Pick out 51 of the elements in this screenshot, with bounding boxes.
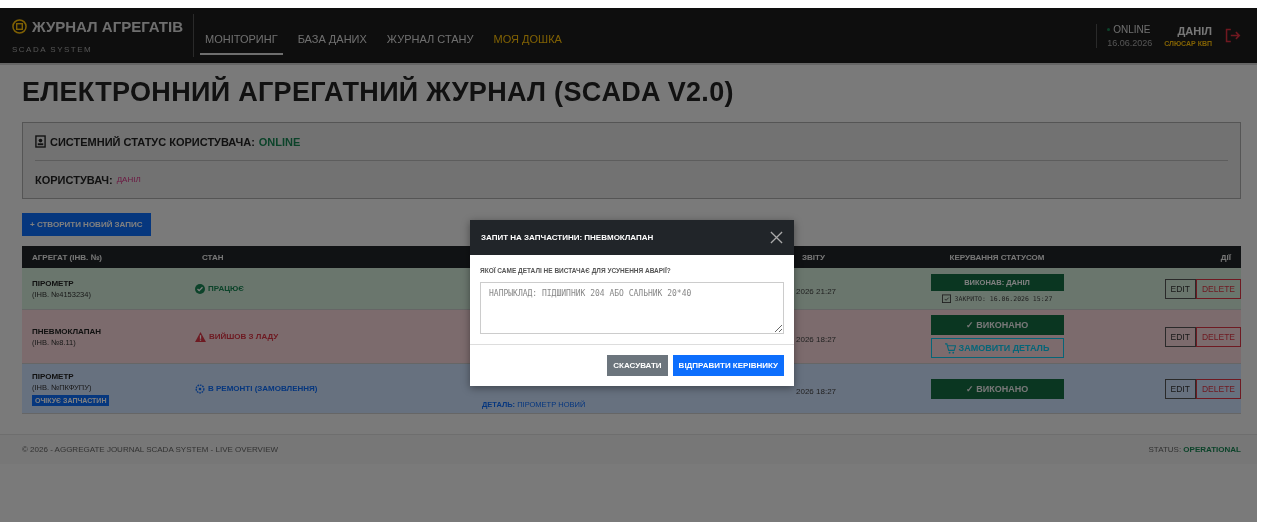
delete-button[interactable]: DELETE <box>1195 378 1241 399</box>
report-date: 2026 18:27 <box>795 386 837 396</box>
done-button[interactable]: ✓ ВИКОНАНО <box>930 315 1064 335</box>
dialog-title: ЗАПИТ НА ЗАПЧАСТИНИ: ПНЕВМОКЛАПАН <box>481 233 654 242</box>
user-label: КОРИСТУВАЧ: <box>35 173 113 186</box>
edit-button[interactable]: EDIT <box>1164 278 1196 299</box>
delete-button[interactable]: DELETE <box>1195 278 1241 299</box>
current-date: 16.06.2026 <box>1107 37 1153 48</box>
chip-icon <box>12 18 27 34</box>
parts-input-field[interactable]: НАПРЫКЛАД: ПІДШИПНИК 204 АБО САЛЬНИК 20*40 <box>480 282 784 334</box>
status-dot <box>1107 27 1111 31</box>
close-icon[interactable] <box>770 231 783 244</box>
column-header: СТАН <box>201 252 225 262</box>
done-button[interactable]: ✓ ВИКОНАНО <box>930 378 1064 399</box>
state-text: ПРАЦЮЄ <box>208 284 244 293</box>
nav-link[interactable]: ЖУРНАЛ СТАНУ <box>381 24 479 55</box>
copyright-text: © 2026 - AGGREGATE JOURNAL SCADA SYSTEM - LIVE OVERVIEW <box>22 445 279 454</box>
cart-icon <box>944 342 956 354</box>
nav-link[interactable]: БАЗА ДАНИХ <box>292 24 372 55</box>
online-status: ONLINE <box>1113 23 1151 35</box>
column-header: АГРЕГАТ (ІНВ. №) <box>31 252 103 262</box>
send-button[interactable]: ВІДПРАВИТИ КЕРІВНИКУ <box>672 355 784 376</box>
column-header: ДІЇ <box>1219 252 1232 262</box>
warning-icon <box>195 331 206 342</box>
edit-button[interactable]: EDIT <box>1164 326 1196 347</box>
user-name: ДАНІЛ <box>1177 24 1212 37</box>
state-text: ВИЙШОВ З ЛАДУ <box>209 332 279 341</box>
nav-link[interactable]: МОЯ ДОШКА <box>488 24 567 55</box>
check-circle-icon <box>195 283 205 294</box>
edit-button[interactable]: EDIT <box>1164 378 1196 399</box>
brand-title[interactable]: ЖУРНАЛ АГРЕГАТІВ <box>32 17 183 35</box>
state-text: В РЕМОНТІ (ЗАМОВЛЕННЯ) <box>208 384 318 393</box>
delete-button[interactable]: DELETE <box>1195 326 1241 347</box>
status-label: СИСТЕМНИЙ СТАТУС КОРИСТУВАЧА: <box>50 135 255 148</box>
column-header: ЗВІТУ <box>801 252 826 262</box>
cancel-button[interactable]: СКАСУВАТИ <box>607 355 668 376</box>
aggregate-name: ПІРОМЕТР <box>32 278 75 288</box>
badge-icon <box>35 135 46 148</box>
report-date: 2026 21:27 <box>795 286 837 296</box>
page-title: ЕЛЕКТРОННИЙ АГРЕГАТНИЙ ЖУРНАЛ (SCADA V2.0) <box>22 77 735 108</box>
status-value: ONLINE <box>258 135 301 148</box>
aggregate-name: ПІРОМЕТР <box>32 371 75 381</box>
create-record-button[interactable]: + СТВОРИТИ НОВИЙ ЗАПИС <box>22 213 151 236</box>
brand-subtitle: SCADA SYSTEM <box>12 44 94 54</box>
calendar-icon <box>941 294 951 303</box>
report-date: 2026 18:27 <box>795 334 837 344</box>
column-header: КЕРУВАННЯ СТАТУСОМ <box>948 252 1046 262</box>
system-status: STATUS: OPERATIONAL <box>1148 445 1241 454</box>
aggregate-name: ПНЕВМОКЛАПАН <box>32 326 102 336</box>
user-value: ДАНІЛ <box>116 175 141 184</box>
nav-link[interactable]: МОНІТОРИНГ <box>199 24 283 55</box>
